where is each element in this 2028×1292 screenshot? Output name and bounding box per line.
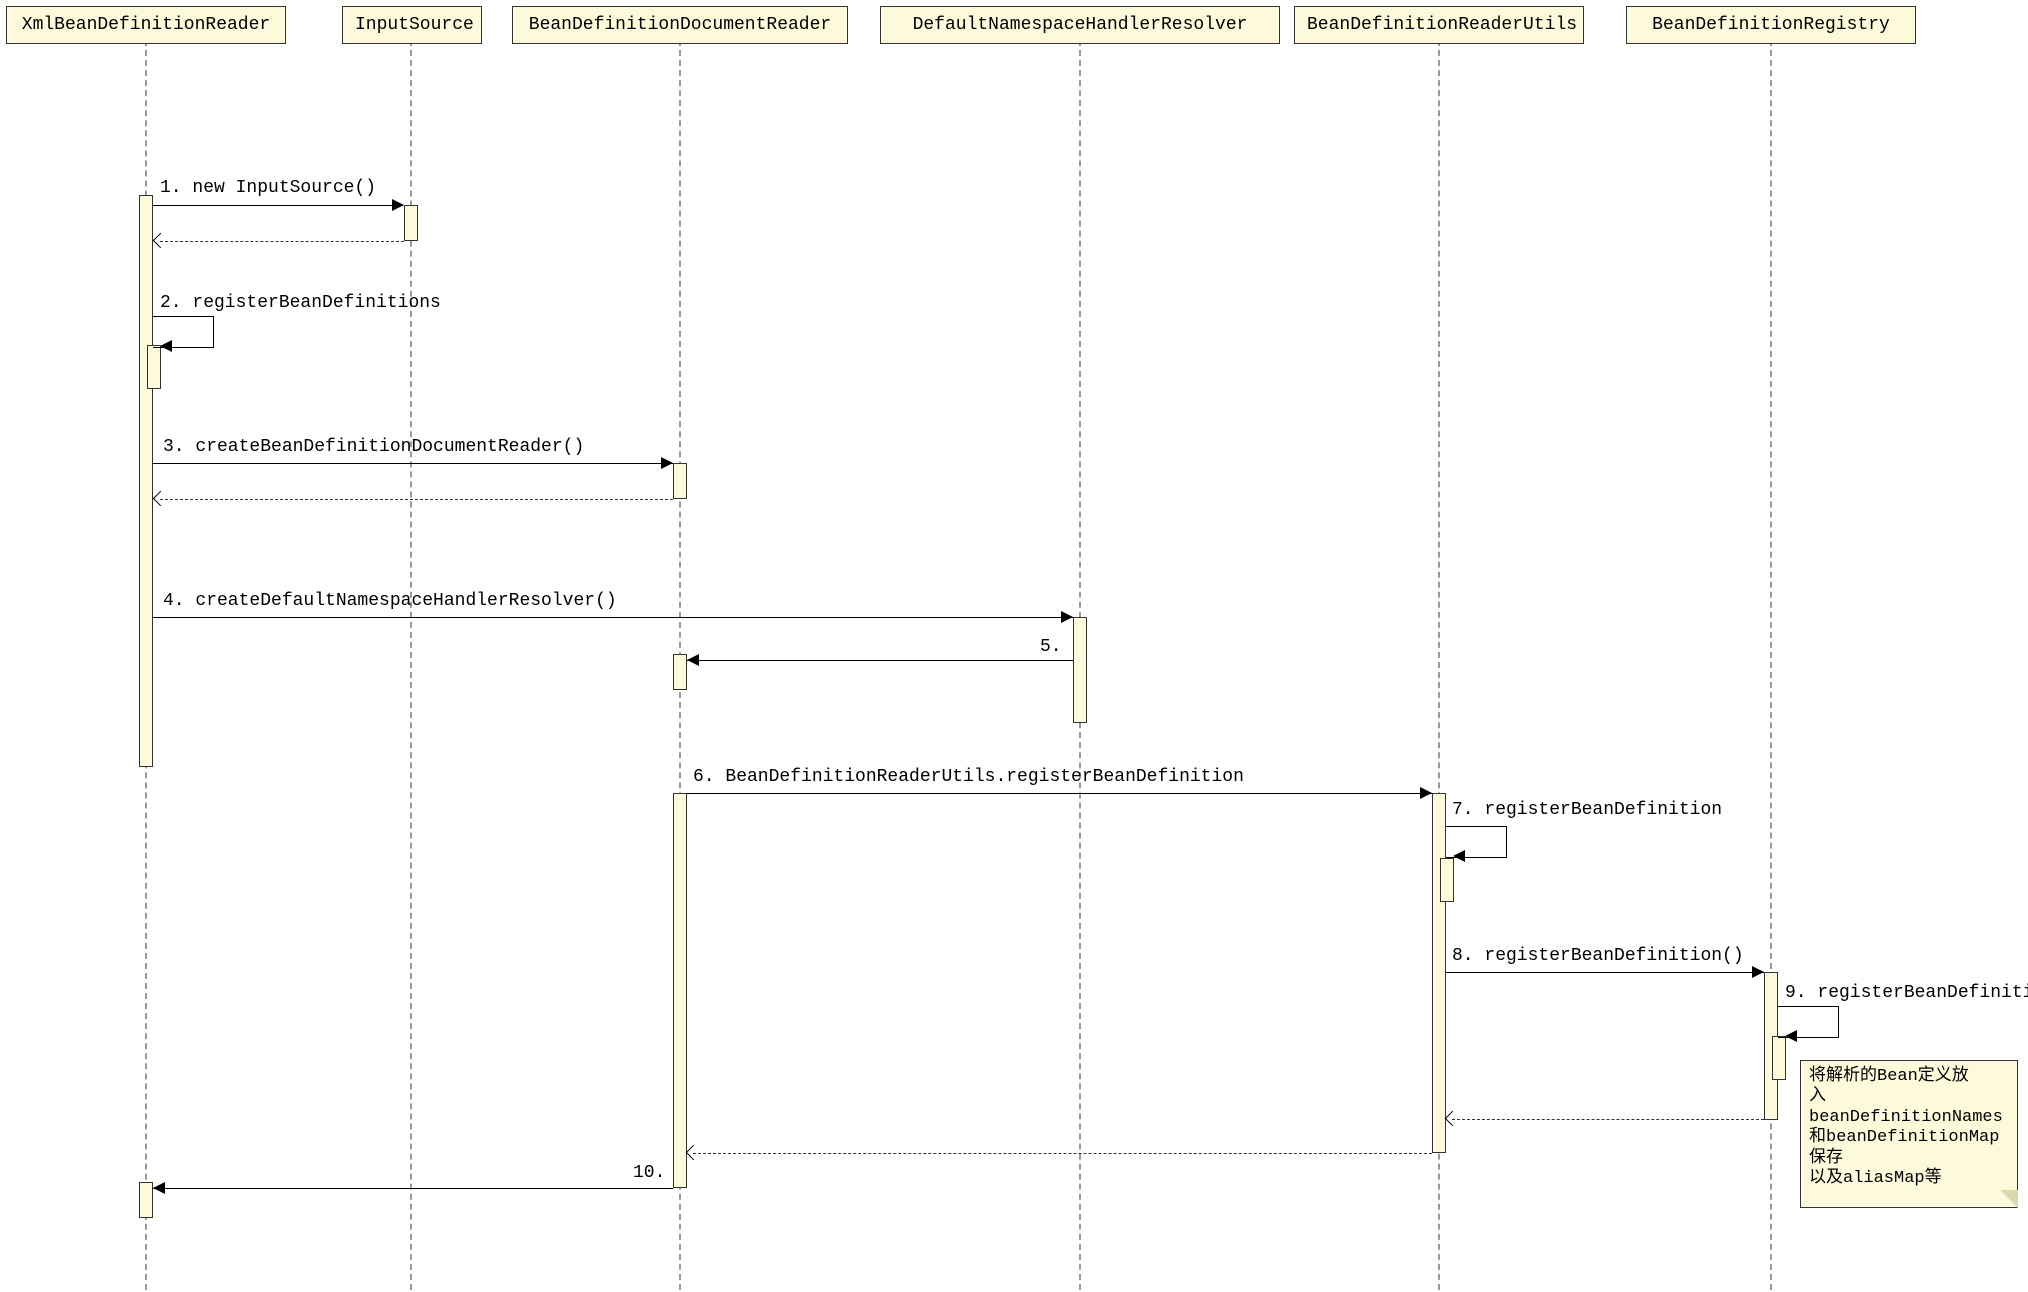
activation-p3-long <box>673 793 687 1188</box>
message-10-arrowhead <box>153 1182 165 1194</box>
message-10-label: 10. <box>633 1163 665 1183</box>
activation-p6-self <box>1772 1036 1786 1080</box>
participant-label: BeanDefinitionDocumentReader <box>529 15 831 35</box>
message-4-arrowhead <box>1061 611 1073 623</box>
activation-p3-small <box>673 463 687 499</box>
activation-p1-end <box>139 1182 153 1218</box>
message-1-arrow <box>153 205 403 206</box>
message-3-arrowhead <box>661 457 673 469</box>
message-6-arrow <box>687 793 1432 794</box>
message-4-arrow <box>153 617 1073 618</box>
note-line: 保存 <box>1809 1149 1843 1168</box>
message-7-arrowhead <box>1453 850 1465 862</box>
message-8-arrow <box>1446 972 1764 973</box>
participant-label: XmlBeanDefinitionReader <box>22 15 270 35</box>
message-3-return <box>160 499 673 500</box>
note-fold-icon <box>2000 1190 2018 1208</box>
message-2-arrowhead <box>160 340 172 352</box>
message-1-return <box>160 241 404 242</box>
participant-beandefinitionreaderutils: BeanDefinitionReaderUtils <box>1294 6 1584 44</box>
participant-defaultnamespacehandlerresolver: DefaultNamespaceHandlerResolver <box>880 6 1280 44</box>
message-1-arrowhead <box>392 199 404 211</box>
activation-p3-resolver-return <box>673 654 687 690</box>
message-8-return-head <box>1445 1111 1461 1127</box>
message-7-label: 7. registerBeanDefinition <box>1452 800 1722 820</box>
message-3-label: 3. createBeanDefinitionDocumentReader() <box>163 437 584 457</box>
message-5-arrowhead <box>687 654 699 666</box>
activation-p2 <box>404 205 418 241</box>
activation-p1-self <box>147 345 161 389</box>
participant-label: DefaultNamespaceHandlerResolver <box>913 15 1248 35</box>
note-line: 以及aliasMap等 <box>1809 1169 1942 1188</box>
participant-label: BeanDefinitionRegistry <box>1652 15 1890 35</box>
message-9-arrowhead <box>1785 1030 1797 1042</box>
message-2-label: 2. registerBeanDefinitions <box>160 293 441 313</box>
activation-p1-main <box>139 195 153 767</box>
participant-beandefinitionregistry: BeanDefinitionRegistry <box>1626 6 1916 44</box>
message-1-return-head <box>153 233 169 249</box>
activation-p4 <box>1073 617 1087 723</box>
participant-label: InputSource <box>355 15 474 35</box>
message-3-arrow <box>153 463 673 464</box>
participant-xmlbeandefinitionreader: XmlBeanDefinitionReader <box>6 6 286 44</box>
message-8-return <box>1452 1119 1764 1120</box>
message-6-return <box>693 1153 1432 1154</box>
note-line: 将解析的Bean定义放 <box>1809 1067 1969 1086</box>
message-4-label: 4. createDefaultNamespaceHandlerResolver… <box>163 591 617 611</box>
message-9-label: 9. registerBeanDefinition <box>1785 983 2028 1003</box>
message-10-arrow <box>153 1188 673 1189</box>
message-8-label: 8. registerBeanDefinition() <box>1452 946 1744 966</box>
participant-beandefinitiondocumentreader: BeanDefinitionDocumentReader <box>512 6 848 44</box>
participant-label: BeanDefinitionReaderUtils <box>1307 15 1577 35</box>
participant-inputsource: InputSource <box>342 6 482 44</box>
message-5-arrow <box>687 660 1073 661</box>
activation-p5 <box>1432 793 1446 1153</box>
message-6-arrowhead <box>1420 787 1432 799</box>
message-6-label: 6. BeanDefinitionReaderUtils.registerBea… <box>693 767 1244 787</box>
activation-p5-self <box>1440 858 1454 902</box>
note-line: beanDefinitionNames <box>1809 1108 2003 1127</box>
note-line: 和beanDefinitionMap <box>1809 1128 1999 1147</box>
note-box: 将解析的Bean定义放 入 beanDefinitionNames 和beanD… <box>1800 1060 2018 1208</box>
message-3-return-head <box>153 491 169 507</box>
message-8-arrowhead <box>1752 966 1764 978</box>
message-6-return-head <box>686 1145 702 1161</box>
message-5-label: 5. <box>1040 637 1062 657</box>
message-1-label: 1. new InputSource() <box>160 178 376 198</box>
note-line: 入 <box>1809 1087 1826 1106</box>
